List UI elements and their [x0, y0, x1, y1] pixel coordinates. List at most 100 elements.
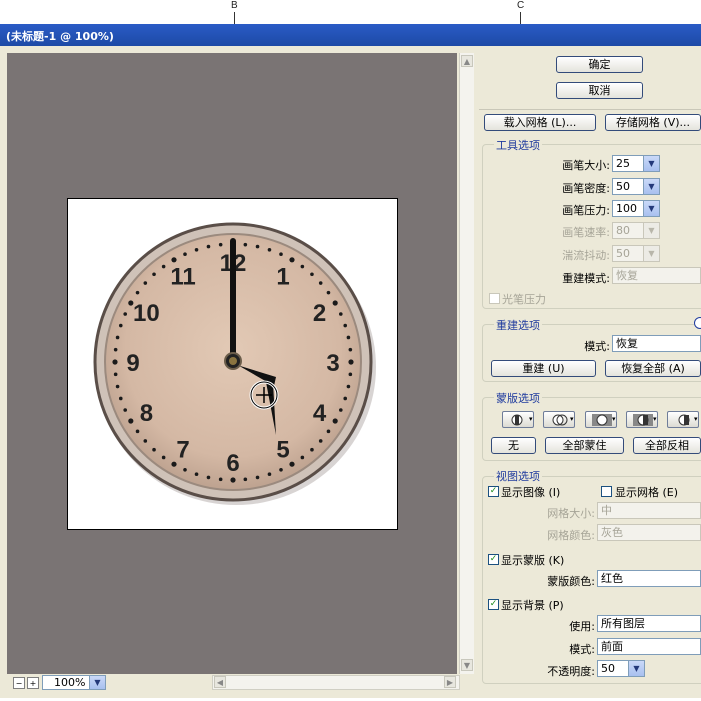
show-mask-label: 显示蒙版 (K) — [501, 554, 565, 567]
clock-tick — [346, 335, 351, 340]
clock-tick — [310, 272, 314, 277]
info-icon[interactable] — [694, 317, 701, 329]
clock-tick — [206, 475, 211, 480]
clock-numeral: 5 — [276, 437, 289, 464]
zoom-select[interactable]: 100% ▼ — [42, 675, 106, 690]
ok-button[interactable]: 确定 — [556, 56, 643, 73]
clock-tick — [115, 384, 120, 389]
show-mesh-checkbox[interactable] — [601, 486, 612, 497]
clock-tick — [348, 347, 353, 352]
reconstruct-mode-select-value: 恢复 — [616, 337, 638, 350]
mask-color-label: 蒙版颜色: — [547, 575, 595, 588]
mask-options-legend: 蒙版选项 — [494, 390, 542, 406]
mask-all-button[interactable]: 全部蒙住 — [545, 437, 624, 454]
clock-tick — [326, 429, 331, 434]
brush-size-label: 画笔大小: — [562, 159, 610, 172]
clock-tick — [318, 439, 323, 443]
clock-tick — [113, 372, 118, 377]
clock-tick — [161, 455, 166, 460]
cancel-button[interactable]: 取消 — [556, 82, 643, 99]
clock-tick — [113, 347, 118, 352]
clock-tick — [152, 272, 156, 277]
mesh-color-field: 灰色 — [597, 524, 701, 541]
clock-tick — [279, 467, 283, 472]
show-backdrop-checkbox[interactable]: ✓ — [488, 599, 499, 610]
brush-size-field[interactable]: 25 ▼ — [612, 155, 660, 172]
opacity-field[interactable]: 50 ▼ — [597, 660, 645, 677]
clock-tick — [194, 472, 199, 477]
clock-tick — [143, 281, 148, 285]
mask-color-field[interactable]: 红色 — [597, 570, 701, 587]
clock-tick — [218, 477, 223, 482]
horizontal-scrollbar[interactable]: ◀ ▶ — [212, 675, 460, 690]
brush-rate-field: 80 ▼ — [612, 222, 660, 239]
scroll-up-icon[interactable]: ▲ — [461, 55, 473, 67]
vertical-scrollbar[interactable]: ▲ ▼ — [459, 53, 474, 674]
turbulent-jitter-field: 50 ▼ — [612, 245, 660, 262]
clock-tick — [343, 396, 348, 401]
use-value: 所有图层 — [601, 617, 645, 630]
save-mesh-button[interactable]: 存储网格 (V)... — [605, 114, 701, 131]
callout-b: B — [231, 0, 238, 11]
reconstruct-button[interactable]: 重建 (U) — [491, 360, 596, 377]
invert-all-button[interactable]: 全部反相 — [633, 437, 701, 454]
opacity-value: 50 — [601, 662, 615, 675]
use-field[interactable]: 所有图层 — [597, 615, 701, 632]
clock-tick — [230, 477, 236, 483]
clock-image: 121234567891011 — [93, 222, 376, 505]
chevron-down-icon: ▼ — [643, 201, 659, 216]
clock-tick — [267, 472, 272, 477]
mask-invert-icon — [678, 414, 690, 426]
backdrop-mode-field[interactable]: 前面 — [597, 638, 701, 655]
window-title: (未标题-1 @ 100%) — [6, 30, 114, 43]
chevron-down-icon: ▼ — [643, 156, 659, 171]
clock-numeral: 2 — [313, 300, 326, 327]
brush-pressure-field[interactable]: 100 ▼ — [612, 200, 660, 217]
zoom-value: 100% — [54, 676, 86, 689]
brush-pressure-label: 画笔压力: — [562, 204, 610, 217]
clock-tick — [348, 359, 354, 365]
clock-tick — [255, 244, 260, 249]
backdrop-mode-value: 前面 — [601, 640, 623, 653]
clock-tick — [318, 281, 323, 285]
clock-tick — [279, 252, 283, 257]
restore-all-button[interactable]: 恢复全部 (A) — [605, 360, 701, 377]
divider — [479, 109, 701, 110]
brush-rate-value: 80 — [616, 224, 630, 237]
zoom-out-button[interactable]: − — [13, 677, 25, 689]
reconstruct-mode-select[interactable]: 恢复 — [612, 335, 701, 352]
clock-tick — [332, 418, 338, 424]
scroll-down-icon[interactable]: ▼ — [461, 659, 473, 671]
clock-tick — [255, 475, 260, 480]
show-image-checkbox[interactable]: ✓ — [488, 486, 499, 497]
mask-none-button[interactable]: 无 — [491, 437, 536, 454]
mesh-size-field: 中 — [597, 502, 701, 519]
clock-tick — [206, 244, 211, 249]
scroll-right-icon[interactable]: ▶ — [444, 676, 456, 688]
clock-tick — [267, 247, 272, 252]
brush-density-value: 50 — [616, 180, 630, 193]
preview-image[interactable]: 121234567891011 — [67, 198, 398, 530]
clock-tick — [218, 242, 223, 247]
mask-subtract-icon — [592, 414, 612, 426]
clock-tick — [135, 429, 140, 434]
show-mask-checkbox[interactable]: ✓ — [488, 554, 499, 565]
caret-icon: ▾ — [653, 415, 657, 423]
zoom-in-button[interactable]: + — [27, 677, 39, 689]
stylus-pressure-checkbox[interactable] — [489, 293, 500, 304]
clock-tick — [115, 335, 120, 340]
turbulent-jitter-value: 50 — [616, 247, 630, 260]
clock-tick — [310, 447, 314, 452]
clock-tick — [243, 242, 248, 247]
reconstruct-options-legend: 重建选项 — [494, 317, 542, 333]
window-title-bar[interactable]: (未标题-1 @ 100%) — [0, 24, 701, 46]
clock-tick — [243, 477, 248, 482]
clock-numeral: 4 — [313, 400, 327, 427]
mesh-size-value: 中 — [601, 504, 612, 517]
scroll-left-icon[interactable]: ◀ — [214, 676, 226, 688]
load-mesh-button[interactable]: 载入网格 (L)... — [484, 114, 596, 131]
brush-density-label: 画笔密度: — [562, 182, 610, 195]
clock-tick — [343, 323, 348, 328]
brush-density-field[interactable]: 50 ▼ — [612, 178, 660, 195]
clock-numeral: 7 — [176, 437, 189, 464]
